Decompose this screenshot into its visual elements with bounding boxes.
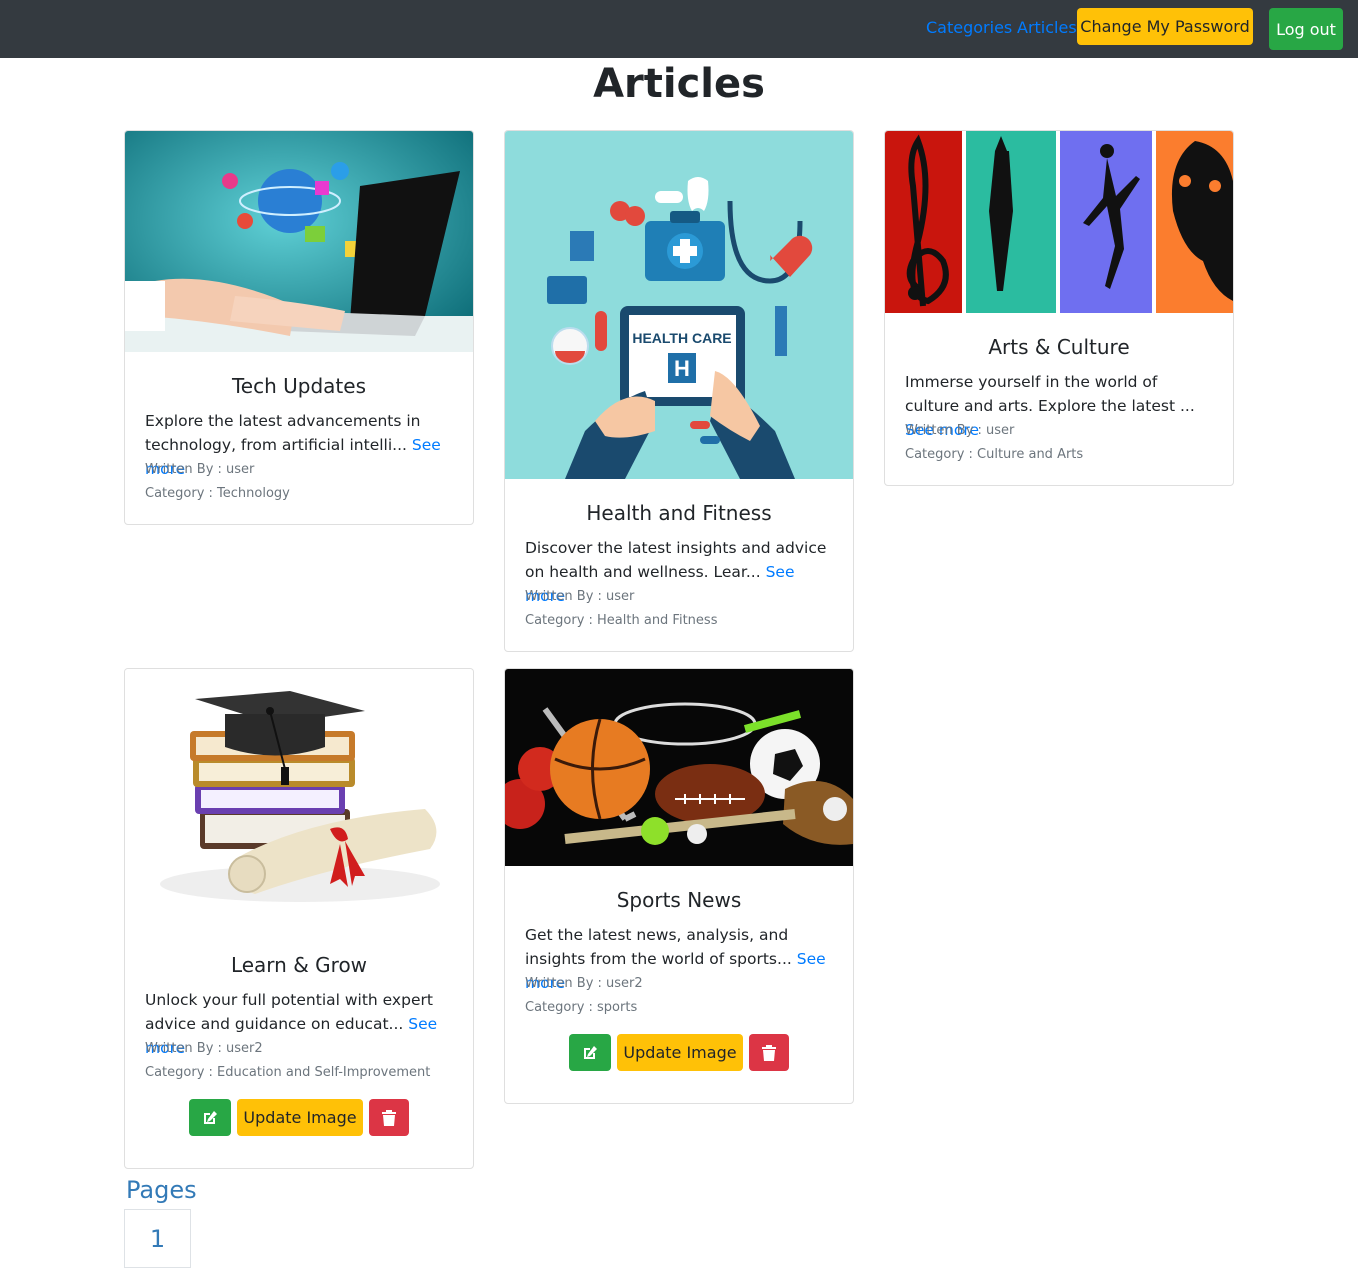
pagination-page-1[interactable]: 1 [124,1209,191,1268]
article-card-learn: Learn & Grow Unlock your full potential … [124,668,474,1169]
article-title: Arts & Culture [988,335,1130,359]
article-title: Learn & Grow [230,953,368,977]
article-category: Category : Technology [145,486,290,501]
article-category: Category : Education and Self-Improvemen… [145,1065,431,1080]
article-author: Written By : user [905,423,1015,438]
article-category: Category : sports [525,1000,638,1015]
article-author: Written By : user2 [525,976,643,991]
article-image[interactable] [885,131,1233,313]
edit-article-button[interactable] [189,1099,231,1136]
article-image[interactable]: HEALTH CARE H [505,131,853,479]
article-title: Sports News [616,888,742,912]
logout-button[interactable]: Log out [1269,8,1343,50]
svg-text:H: H [674,356,690,381]
nav-link-categories[interactable]: Categories [926,18,1012,37]
edit-icon [584,1045,597,1059]
change-password-button[interactable]: Change My Password [1077,8,1253,45]
edit-icon [204,1110,217,1124]
delete-article-button[interactable] [749,1034,789,1071]
health-care-image-text: HEALTH CARE [632,330,731,346]
article-card-sports: Sports News Get the latest news, analysi… [504,668,854,1104]
update-image-button[interactable]: Update Image [617,1034,743,1071]
article-author: Written By : user2 [145,1041,263,1056]
top-navbar: Categories Articles Change My Password L… [0,0,1358,58]
article-category: Category : Culture and Arts [905,447,1084,462]
article-image[interactable] [505,669,853,866]
article-title: Tech Updates [231,374,366,398]
article-author: Written By : user [145,462,255,477]
trash-icon [762,1044,776,1061]
article-card-health: HEALTH CARE H Health and Fitness Discove… [504,130,854,652]
trash-icon [382,1109,396,1126]
page-title: Articles [593,61,765,107]
article-card-tech: Tech Updates Explore the latest advancem… [124,130,474,525]
article-author: Written By : user [525,589,635,604]
article-card-arts: Arts & Culture Immerse yourself in the w… [884,130,1234,486]
nav-link-articles[interactable]: Articles [1017,18,1077,37]
edit-article-button[interactable] [569,1034,611,1071]
article-title: Health and Fitness [586,501,772,525]
article-image[interactable] [125,131,473,352]
pagination-label: Pages [126,1176,197,1204]
article-category: Category : Health and Fitness [525,613,718,628]
update-image-button[interactable]: Update Image [237,1099,363,1136]
delete-article-button[interactable] [369,1099,409,1136]
article-image[interactable] [125,669,473,931]
